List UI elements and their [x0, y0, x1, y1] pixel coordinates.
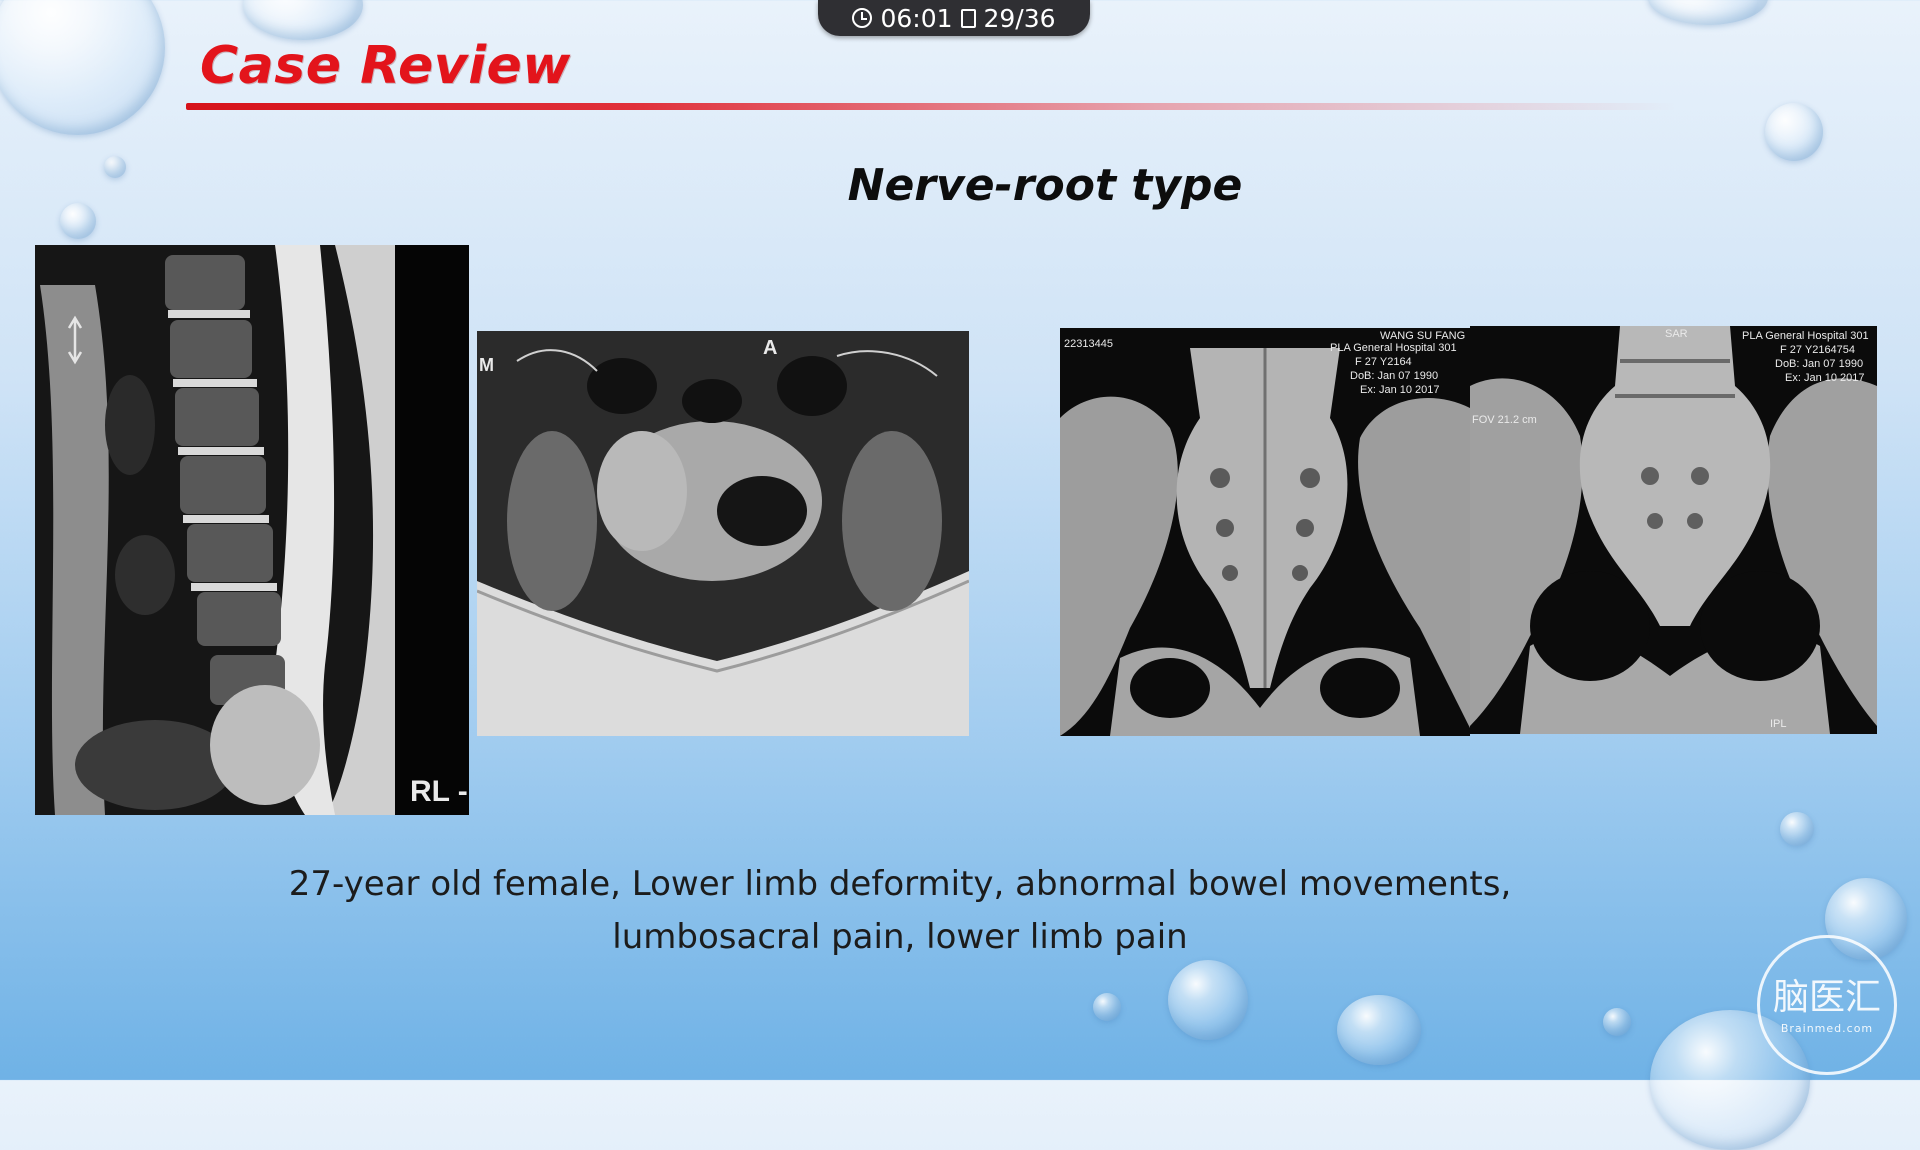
section-title: Case Review — [200, 36, 571, 96]
ct-3d-anterior-image: SAR PLA General Hospital 301 F 27 Y21647… — [1470, 326, 1877, 734]
ct-fov-text: FOV 21.2 cm — [1472, 414, 1537, 426]
anterior-label: A — [763, 337, 778, 359]
decorative-bubble — [1168, 960, 1248, 1040]
decorative-bubble — [243, 0, 363, 40]
decorative-bubble — [1093, 993, 1121, 1021]
elapsed-time: 06:01 — [880, 3, 953, 33]
slide-icon — [960, 8, 976, 28]
decorative-bubble — [1765, 103, 1823, 161]
axial-mri-image: A M — [477, 331, 969, 736]
decorative-bubble — [0, 0, 165, 135]
ct-dob-text: DoB: Jan 07 1990 — [1350, 370, 1439, 382]
watermark-main-text: 脑医汇 — [1772, 977, 1881, 1018]
ct-hospital-text: PLA General Hospital 301 — [1742, 330, 1869, 342]
case-description: 27-year old female, Lower limb deformity… — [200, 858, 1600, 964]
side-label: M — [479, 355, 494, 375]
decorative-bubble — [1337, 995, 1421, 1065]
ct-dob-text: DoB: Jan 07 1990 — [1775, 358, 1864, 370]
ct-orientation-text: SAR — [1665, 328, 1688, 340]
ct-exam-text: Ex: Jan 10 2017 — [1785, 372, 1865, 384]
orientation-label: RL - — [410, 775, 468, 808]
ct-hospital-text: PLA General Hospital 301 — [1330, 342, 1457, 354]
slide-counter: 29/36 — [983, 3, 1056, 33]
ct-patient-text: F 27 Y2164754 — [1780, 344, 1856, 356]
case-description-line-2: lumbosacral pain, lower limb pain — [612, 917, 1188, 957]
decorative-bubble — [1603, 1008, 1631, 1036]
decorative-bubble — [1648, 0, 1768, 25]
sagittal-mri-image: RL - — [35, 245, 469, 815]
ct-id-text: 22313445 — [1064, 338, 1113, 350]
decorative-bubble — [1780, 812, 1814, 846]
ct-patient-text: F 27 Y2164 — [1355, 356, 1412, 368]
watermark-sub-text: Brainmed.com — [1780, 1022, 1874, 1035]
ct-exam-text: Ex: Jan 10 2017 — [1360, 384, 1440, 396]
slide-subtitle: Nerve-root type — [847, 160, 1243, 211]
ct-name-text: WANG SU FANG — [1380, 330, 1466, 342]
ct-3d-posterior-image: 22313445 WANG SU FANG PLA General Hospit… — [1060, 328, 1470, 736]
slide-timer-bar: 06:01 29/36 — [818, 0, 1090, 36]
ct-bottom-text: IPL — [1770, 718, 1787, 730]
clock-icon — [852, 8, 873, 28]
case-description-line-1: 27-year old female, Lower limb deformity… — [288, 864, 1512, 904]
title-underline — [186, 103, 1676, 110]
brainmed-watermark-logo: 脑医汇 Brainmed.com — [1757, 935, 1897, 1075]
